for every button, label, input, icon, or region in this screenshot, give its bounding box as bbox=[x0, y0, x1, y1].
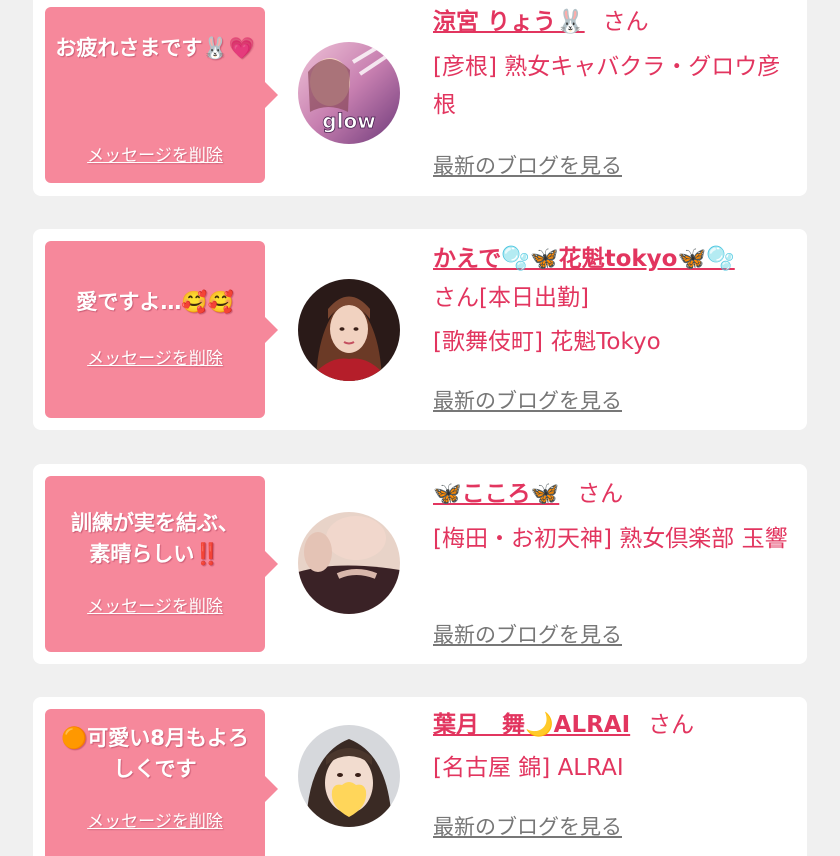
message-text: 愛ですよ…🥰🥰 bbox=[76, 290, 234, 314]
cast-name-link[interactable]: 葉月 舞🌙ALRAI bbox=[433, 712, 630, 738]
status-text: さん[本日出勤] bbox=[433, 285, 589, 311]
honorific: さん bbox=[648, 712, 695, 738]
shop-name: [歌舞伎町] 花魁Tokyo bbox=[433, 329, 661, 355]
message-card: お疲れさまです🐰💗 メッセージを削除 glow 涼宮 りょう🐰 さん [彦根] 熟… bbox=[33, 0, 807, 196]
name-line: 葉月 舞🌙ALRAI さん bbox=[433, 709, 793, 741]
avatar[interactable] bbox=[298, 279, 400, 381]
message-bubble: お疲れさまです🐰💗 メッセージを削除 bbox=[45, 7, 278, 183]
message-card: 愛ですよ…🥰🥰 メッセージを削除 かえで🫧🦋花魁tokyo🦋🫧 さん[本日出勤]… bbox=[33, 229, 807, 430]
cast-info: 葉月 舞🌙ALRAI さん [名古屋 錦] ALRAI bbox=[433, 709, 793, 787]
message-bubble: 🟠可愛い8月もよろしくです メッセージを削除 bbox=[45, 709, 278, 856]
shop-name: [名古屋 錦] ALRAI bbox=[433, 755, 624, 781]
delete-message-link[interactable]: メッセージを削除 bbox=[45, 141, 265, 166]
message-text: お疲れさまです🐰💗 bbox=[55, 36, 255, 60]
name-line: かえで🫧🦋花魁tokyo🦋🫧 bbox=[433, 243, 793, 275]
message-bubble: 訓練が実を結ぶ、素晴らしい‼️ メッセージを削除 bbox=[45, 476, 278, 652]
view-blog-link[interactable]: 最新のブログを見る bbox=[433, 150, 622, 180]
honorific: さん bbox=[602, 9, 649, 35]
cast-name-link[interactable]: かえで🫧🦋花魁tokyo🦋🫧 bbox=[433, 246, 735, 272]
avatar[interactable] bbox=[298, 725, 400, 827]
view-blog-link[interactable]: 最新のブログを見る bbox=[433, 811, 622, 841]
shop-name: [梅田・お初天神] 熟女倶楽部 玉響 bbox=[433, 526, 788, 552]
cast-name-link[interactable]: 涼宮 りょう🐰 bbox=[433, 9, 585, 35]
cast-info: 🦋こころ🦋 さん [梅田・お初天神] 熟女倶楽部 玉響 bbox=[433, 478, 793, 558]
delete-message-link[interactable]: メッセージを削除 bbox=[45, 807, 265, 832]
honorific: さん bbox=[577, 481, 624, 507]
shop-name: [彦根] 熟女キャバクラ・グロウ彦根 bbox=[433, 54, 781, 118]
message-card: 訓練が実を結ぶ、素晴らしい‼️ メッセージを削除 🦋こころ🦋 さん [梅田・お初天… bbox=[33, 464, 807, 664]
message-card: 🟠可愛い8月もよろしくです メッセージを削除 葉月 舞🌙ALRAI さん [名古屋… bbox=[33, 697, 807, 856]
name-line: 🦋こころ🦋 さん bbox=[433, 478, 793, 510]
view-blog-link[interactable]: 最新のブログを見る bbox=[433, 619, 622, 649]
avatar-logo-text: glow bbox=[322, 109, 375, 133]
message-bubble: 愛ですよ…🥰🥰 メッセージを削除 bbox=[45, 241, 278, 418]
delete-message-link[interactable]: メッセージを削除 bbox=[45, 592, 265, 617]
view-blog-link[interactable]: 最新のブログを見る bbox=[433, 385, 622, 415]
cast-info: 涼宮 りょう🐰 さん [彦根] 熟女キャバクラ・グロウ彦根 bbox=[433, 6, 793, 124]
cast-info: かえで🫧🦋花魁tokyo🦋🫧 さん[本日出勤] [歌舞伎町] 花魁Tokyo bbox=[433, 243, 793, 361]
cast-name-link[interactable]: 🦋こころ🦋 bbox=[433, 481, 559, 507]
delete-message-link[interactable]: メッセージを削除 bbox=[45, 344, 265, 369]
avatar[interactable]: glow bbox=[298, 42, 400, 144]
message-text: 🟠可愛い8月もよろしくです bbox=[61, 726, 249, 781]
name-line: 涼宮 りょう🐰 さん bbox=[433, 6, 793, 38]
avatar[interactable] bbox=[298, 512, 400, 614]
message-text: 訓練が実を結ぶ、素晴らしい‼️ bbox=[71, 511, 239, 566]
